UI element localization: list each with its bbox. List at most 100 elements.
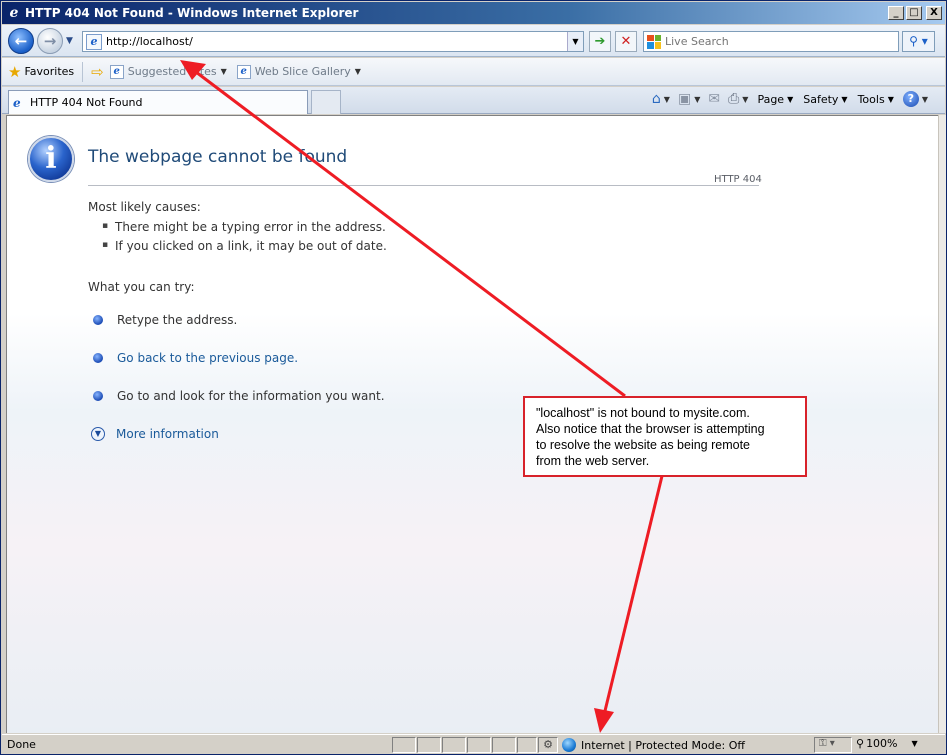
home-icon: ⌂: [651, 91, 661, 107]
chevron-down-icon: ▼: [887, 94, 894, 104]
back-button[interactable]: ←: [8, 28, 34, 54]
search-input[interactable]: [665, 35, 898, 48]
annotation-line: Also notice that the browser is attempti…: [536, 422, 765, 436]
go-button[interactable]: ➔: [589, 31, 611, 52]
window-title: HTTP 404 Not Found - Windows Internet Ex…: [25, 6, 359, 20]
annotation-callout: "localhost" is not bound to mysite.com. …: [523, 396, 807, 477]
search-box: [643, 31, 899, 52]
chevron-down-icon[interactable]: ▼: [91, 427, 105, 441]
stop-button[interactable]: ✕: [615, 31, 637, 52]
causes-list: There might be a typing error in the add…: [102, 220, 387, 258]
tools-menu[interactable]: Tools ▼: [854, 93, 898, 106]
status-pane: [517, 737, 537, 753]
chevron-down-icon: ▼: [694, 94, 701, 104]
security-zone-label: Internet | Protected Mode: Off: [581, 738, 745, 752]
favorites-label: Favorites: [24, 65, 75, 78]
maximize-button[interactable]: □: [906, 6, 922, 20]
more-information-link[interactable]: More information: [116, 427, 219, 441]
ie-page-icon: e: [236, 64, 251, 79]
list-item: There might be a typing error in the add…: [102, 220, 387, 239]
forward-button[interactable]: →: [37, 28, 63, 54]
action-go-to: Go to and look for the information you w…: [93, 389, 385, 403]
favorites-item-label: Web Slice Gallery: [254, 65, 351, 78]
ie-page-icon: e: [109, 64, 124, 79]
bullet-icon: [93, 353, 103, 363]
print-button[interactable]: ⎙ ▼: [725, 91, 751, 107]
divider: [88, 185, 759, 186]
feeds-icon: ▣: [677, 91, 692, 107]
zoom-icon: ⚲: [856, 737, 865, 750]
ie-page-icon: e: [13, 95, 21, 110]
bullet-icon: [93, 391, 103, 401]
status-bar: Done ⚙ Internet | Protected Mode: Off ⚿ …: [2, 734, 945, 754]
error-code: HTTP 404: [714, 174, 762, 185]
navigation-bar: ← → ▼ e ▼ ➔ ✕ ⚲ ▾: [2, 25, 945, 57]
status-pane: [492, 737, 516, 753]
address-input[interactable]: [106, 35, 567, 48]
minimize-button[interactable]: _: [888, 6, 904, 20]
tab-label: HTTP 404 Not Found: [30, 96, 143, 109]
favorites-item-suggested-sites[interactable]: e Suggested Sites ▼: [109, 64, 227, 79]
more-information-toggle[interactable]: ▼ More information: [91, 427, 219, 441]
address-dropdown-button[interactable]: ▼: [567, 32, 583, 51]
go-back-link[interactable]: Go back to the previous page.: [117, 351, 298, 365]
home-button[interactable]: ⌂ ▼: [649, 91, 673, 107]
page-menu-label: Page: [757, 92, 785, 106]
info-icon: i: [28, 136, 74, 182]
status-pane: [442, 737, 466, 753]
annotation-line: "localhost" is not bound to mysite.com.: [536, 406, 750, 420]
page-icon: e: [86, 33, 102, 50]
action-label: Retype the address.: [117, 313, 238, 327]
action-go-back[interactable]: Go back to the previous page.: [93, 351, 298, 365]
chevron-down-icon: ▼: [742, 94, 749, 104]
live-search-logo-icon: [647, 34, 661, 49]
chevron-down-icon: ▼: [787, 94, 794, 104]
zoom-level: 100%: [866, 737, 898, 750]
separator: [82, 61, 84, 82]
new-tab-button[interactable]: [311, 90, 341, 114]
add-to-favorites-bar-icon[interactable]: ⇨: [91, 63, 104, 81]
status-pane: [417, 737, 441, 753]
browser-window: e HTTP 404 Not Found - Windows Internet …: [0, 0, 947, 755]
read-mail-button[interactable]: ✉: [705, 91, 723, 107]
search-button[interactable]: ⚲ ▾: [902, 31, 935, 52]
status-text: Done: [7, 738, 36, 751]
chevron-down-icon: ▼: [220, 67, 227, 76]
annotation-line: from the web server.: [536, 454, 650, 468]
tools-menu-label: Tools: [857, 92, 885, 106]
recent-pages-dropdown[interactable]: ▼: [66, 36, 73, 46]
favorites-star-icon: ★: [8, 62, 22, 81]
help-button[interactable]: ? ▼: [900, 91, 931, 107]
favorites-item-label: Suggested Sites: [127, 65, 217, 78]
page-menu[interactable]: Page ▼: [753, 93, 797, 106]
protected-mode-icon[interactable]: ⚿ ▾: [814, 737, 852, 753]
annotation-line: to resolve the website as being remote: [536, 438, 751, 452]
chevron-down-icon: ▼: [663, 94, 670, 104]
security-zone[interactable]: Internet | Protected Mode: Off: [562, 737, 745, 753]
command-bar: ⌂ ▼ ▣ ▼ ✉ ⎙ ▼ Page ▼ Safety ▼ Tools ▼ ? ▼: [649, 91, 931, 107]
ie-logo-icon: e: [9, 5, 19, 21]
help-icon: ?: [902, 91, 919, 107]
add-on-status-icon[interactable]: ⚙: [538, 737, 558, 753]
try-heading: What you can try:: [88, 280, 195, 294]
window-controls: _ □ X: [888, 6, 942, 20]
action-retype: Retype the address.: [93, 313, 237, 327]
bullet-icon: [93, 315, 103, 325]
zoom-control[interactable]: ⚲ 100% ▼: [856, 737, 918, 750]
mail-icon: ✉: [708, 91, 721, 107]
close-button[interactable]: X: [926, 6, 942, 20]
favorites-button[interactable]: ★ Favorites: [8, 63, 74, 81]
title-bar: e HTTP 404 Not Found - Windows Internet …: [2, 2, 945, 24]
tab-http-404[interactable]: e HTTP 404 Not Found: [8, 90, 308, 114]
favorites-bar: ★ Favorites ⇨ e Suggested Sites ▼ e Web …: [2, 58, 945, 86]
chevron-down-icon: ▼: [921, 94, 928, 104]
favorites-item-web-slice-gallery[interactable]: e Web Slice Gallery ▼: [236, 64, 361, 79]
chevron-down-icon: ▼: [354, 67, 361, 76]
vertical-scrollbar[interactable]: [938, 115, 946, 733]
list-item: If you clicked on a link, it may be out …: [102, 239, 387, 258]
print-icon: ⎙: [728, 91, 740, 107]
feeds-button[interactable]: ▣ ▼: [675, 91, 703, 107]
safety-menu-label: Safety: [803, 92, 839, 106]
globe-icon: [562, 738, 576, 752]
safety-menu[interactable]: Safety ▼: [799, 93, 851, 106]
